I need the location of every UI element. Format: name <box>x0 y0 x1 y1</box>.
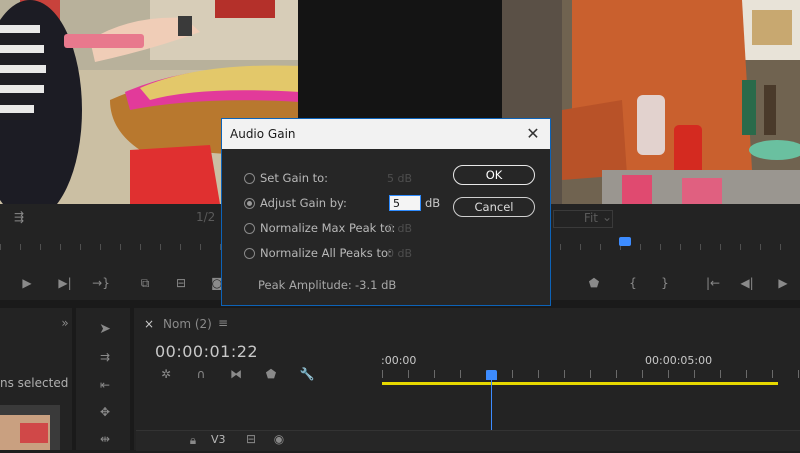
adjust-gain-unit: dB <box>425 196 441 210</box>
program-playhead-icon[interactable] <box>619 237 631 246</box>
fit-label: Fit <box>583 211 598 225</box>
audio-gain-dialog: Audio Gain ✕ Set Gain to: 5 dB Adjust Ga… <box>221 118 551 306</box>
normalize-all-peaks-radio[interactable] <box>244 248 255 259</box>
cancel-button[interactable]: Cancel <box>453 197 535 217</box>
out-point-icon[interactable]: } <box>656 276 674 290</box>
timeline-timecode[interactable]: 00:00:01:22 <box>155 342 258 361</box>
panel-overflow-icon[interactable]: » <box>56 316 74 330</box>
lock-icon[interactable]: 🔒︎ <box>184 433 202 447</box>
go-to-in-icon[interactable]: |← <box>702 276 724 290</box>
source-zoom-label[interactable]: 1/2 <box>196 210 215 224</box>
add-marker-icon[interactable]: ⬟ <box>262 367 280 381</box>
track-select-icon[interactable]: ⇉ <box>96 350 114 364</box>
eye-icon[interactable]: ◉ <box>270 432 288 446</box>
set-gain-radio[interactable] <box>244 173 255 184</box>
adjust-gain-input[interactable] <box>389 195 421 211</box>
ripple-edit-icon[interactable]: ⇤ <box>96 378 114 392</box>
set-gain-value: 5 dB <box>387 172 413 185</box>
go-to-out-icon[interactable]: →} <box>92 276 110 290</box>
nest-icon[interactable]: ✲ <box>157 367 175 381</box>
close-icon[interactable]: × <box>142 317 156 331</box>
close-icon[interactable]: ✕ <box>522 123 544 145</box>
insert-icon[interactable]: ⧉ <box>136 276 154 290</box>
overwrite-icon[interactable]: ⊟ <box>172 276 190 290</box>
peak-amplitude-value: -3.1 dB <box>355 278 397 292</box>
panel-divider[interactable] <box>130 308 134 450</box>
chevron-down-icon: ⌄ <box>601 210 613 224</box>
peak-amplitude-label: Peak Amplitude: <box>258 278 352 292</box>
work-area-bar[interactable] <box>382 382 778 385</box>
track-header-v3 <box>136 430 800 451</box>
project-selection-status: ns selected <box>0 376 69 390</box>
step-back-icon[interactable]: ◀| <box>738 276 756 290</box>
sync-lock-icon[interactable]: ⊟ <box>242 432 260 446</box>
step-forward-icon[interactable]: ▶| <box>56 276 74 290</box>
adjust-gain-label: Adjust Gain by: <box>260 196 347 210</box>
ruler-mark-label: 00:00:05:00 <box>645 354 713 367</box>
normalize-max-peak-label: Normalize Max Peak to: <box>260 221 396 235</box>
play-icon[interactable]: ▶ <box>18 276 36 290</box>
ruler-ticks <box>382 370 800 378</box>
normalize-all-peaks-value: 0 dB <box>387 247 413 260</box>
selection-tool-icon[interactable]: ➤ <box>96 322 114 336</box>
normalize-all-peaks-label: Normalize All Peaks to: <box>260 246 392 260</box>
ok-button[interactable]: OK <box>453 165 535 185</box>
normalize-max-peak-value: 0 dB <box>387 222 413 235</box>
linked-icon[interactable]: ⧓ <box>227 367 245 381</box>
snap-icon[interactable]: ∩ <box>192 367 210 381</box>
in-point-icon[interactable]: { <box>624 276 642 290</box>
rolling-edit-icon[interactable]: ✥ <box>96 405 114 419</box>
rate-stretch-icon[interactable]: ⇹ <box>96 432 114 446</box>
ruler-start-label: :00:00 <box>381 354 417 367</box>
track-name[interactable]: V3 <box>211 433 226 446</box>
marker-icon[interactable]: ⬟ <box>585 276 603 290</box>
dialog-title: Audio Gain <box>230 127 296 141</box>
play-program-icon[interactable]: ▶ <box>774 276 792 290</box>
normalize-max-peak-radio[interactable] <box>244 223 255 234</box>
shuttle-icon[interactable]: ⇶ <box>8 210 30 224</box>
set-gain-label: Set Gain to: <box>260 171 329 185</box>
panel-menu-icon[interactable]: ≡ <box>214 316 232 330</box>
adjust-gain-radio[interactable] <box>244 198 255 209</box>
wrench-icon[interactable]: 🔧 <box>298 367 316 381</box>
project-thumbnail-item[interactable] <box>0 405 60 450</box>
clip-thumbnail <box>0 415 50 450</box>
tab-sequence[interactable]: Nom (2) <box>163 317 212 331</box>
